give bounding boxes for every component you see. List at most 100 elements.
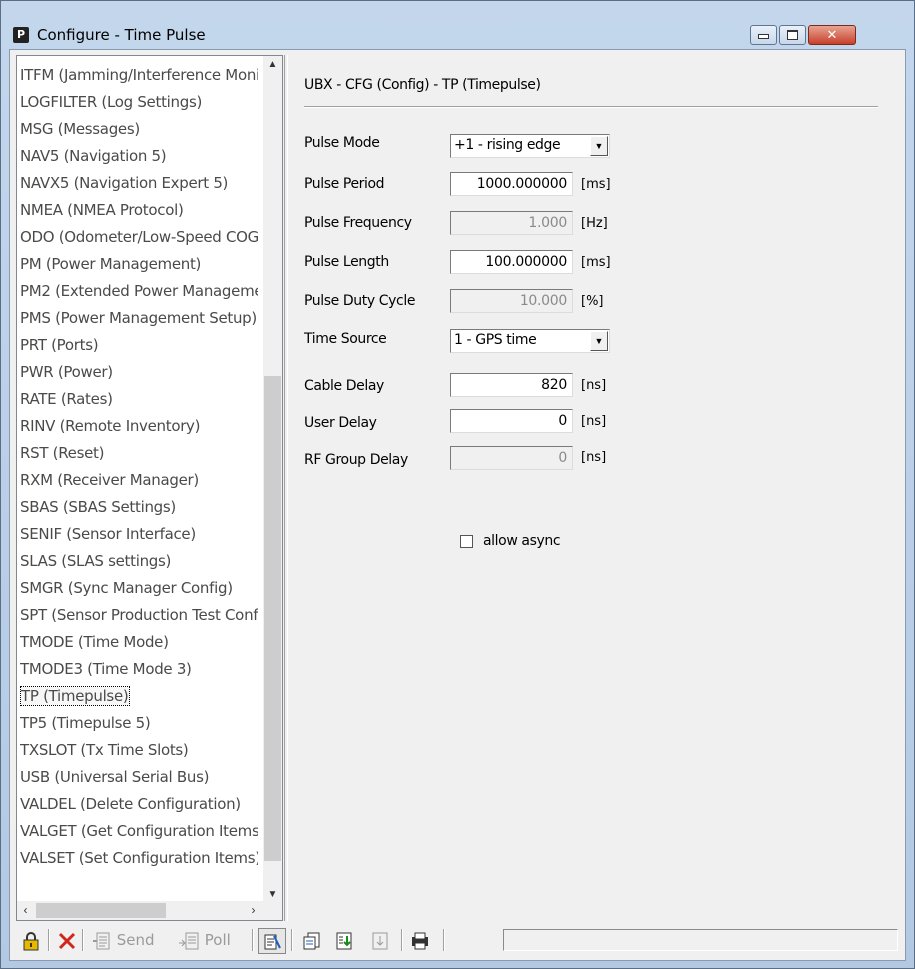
list-item[interactable]: LOGFILTER (Log Settings) xyxy=(20,89,258,116)
list-item[interactable]: TXSLOT (Tx Time Slots) xyxy=(20,737,258,764)
pulse-frequency-label: Pulse Frequency xyxy=(304,215,412,231)
save-button[interactable] xyxy=(334,928,354,952)
list-item-label: PM2 (Extended Power Management) xyxy=(20,282,258,300)
list-item[interactable]: SMGR (Sync Manager Config) xyxy=(20,575,258,602)
rf-group-delay-unit: [ns] xyxy=(581,450,607,465)
list-item-label: PM (Power Management) xyxy=(20,255,202,273)
list-item-label: RST (Reset) xyxy=(20,444,105,462)
list-item-label: LOGFILTER (Log Settings) xyxy=(20,93,203,111)
list-item-label: MSG (Messages) xyxy=(20,120,140,138)
poll-button[interactable]: Poll xyxy=(178,928,231,952)
list-item[interactable]: VALSET (Set Configuration Items) xyxy=(20,845,258,872)
list-item[interactable]: VALGET (Get Configuration Items) xyxy=(20,818,258,845)
list-item[interactable]: PMS (Power Management Setup) xyxy=(20,305,258,332)
printer-icon xyxy=(412,932,428,949)
list-item-label: PWR (Power) xyxy=(20,363,113,381)
list-item-label: ODO (Odometer/Low-Speed COG Filter) xyxy=(20,228,258,246)
horizontal-scrollbar[interactable]: ‹ › xyxy=(17,901,264,920)
list-item[interactable]: PWR (Power) xyxy=(20,359,258,386)
list-item[interactable]: USB (Universal Serial Bus) xyxy=(20,764,258,791)
pulse-period-input[interactable]: 1000.000000 xyxy=(450,172,573,196)
title-bar[interactable]: P Configure - Time Pulse ✕ xyxy=(1,1,914,49)
minimize-button[interactable] xyxy=(750,25,777,45)
list-item[interactable]: RXM (Receiver Manager) xyxy=(20,467,258,494)
list-item[interactable]: NMEA (NMEA Protocol) xyxy=(20,197,258,224)
list-item[interactable]: TMODE3 (Time Mode 3) xyxy=(20,656,258,683)
bottom-toolbar: Send Poll xyxy=(16,925,900,955)
app-icon: P xyxy=(13,27,29,43)
load-icon xyxy=(303,932,320,949)
list-item[interactable]: SBAS (SBAS Settings) xyxy=(20,494,258,521)
pulse-period-label: Pulse Period xyxy=(304,176,385,192)
list-item[interactable]: PM (Power Management) xyxy=(20,251,258,278)
close-button[interactable]: ✕ xyxy=(808,25,856,45)
horizontal-scroll-thumb[interactable] xyxy=(36,903,166,918)
list-item[interactable]: NAVX5 (Navigation Expert 5) xyxy=(20,170,258,197)
cable-delay-input[interactable]: 820 xyxy=(450,373,573,397)
list-item[interactable]: TMODE (Time Mode) xyxy=(20,629,258,656)
list-item[interactable]: PM2 (Extended Power Management) xyxy=(20,278,258,305)
pulse-duty-label: Pulse Duty Cycle xyxy=(304,293,416,309)
pulse-length-input[interactable]: 100.000000 xyxy=(450,250,573,274)
tool-button-active[interactable] xyxy=(258,928,286,954)
list-item-label: TMODE3 (Time Mode 3) xyxy=(20,660,192,678)
list-item-label: SMGR (Sync Manager Config) xyxy=(20,579,233,597)
list-item[interactable]: TP5 (Timepulse 5) xyxy=(20,710,258,737)
list-item[interactable]: RST (Reset) xyxy=(20,440,258,467)
print-button[interactable] xyxy=(410,928,430,952)
pane-splitter[interactable] xyxy=(284,55,288,921)
list-item[interactable]: TP (Timepulse) xyxy=(20,683,258,710)
list-item[interactable]: SLAS (SLAS settings) xyxy=(20,548,258,575)
scroll-left-icon[interactable]: ‹ xyxy=(17,901,34,920)
list-item-label: NMEA (NMEA Protocol) xyxy=(20,201,184,219)
lock-icon xyxy=(23,931,39,950)
vertical-scrollbar[interactable]: ▲ ▼ xyxy=(263,56,282,903)
allow-async-label: allow async xyxy=(483,533,561,549)
status-field xyxy=(503,929,898,951)
poll-icon xyxy=(179,932,199,949)
chevron-down-icon[interactable]: ▼ xyxy=(590,136,608,156)
pulse-duty-unit: [%] xyxy=(581,294,604,309)
scroll-right-icon[interactable]: › xyxy=(245,901,262,920)
save-icon xyxy=(336,932,352,949)
send-icon xyxy=(93,932,110,949)
allow-async-checkbox[interactable] xyxy=(460,535,473,548)
maximize-button[interactable] xyxy=(779,25,806,45)
user-delay-unit: [ns] xyxy=(581,414,607,429)
list-item-label: TP5 (Timepulse 5) xyxy=(20,714,151,732)
chevron-down-icon[interactable]: ▼ xyxy=(590,331,608,351)
download-button[interactable] xyxy=(370,928,390,952)
scroll-up-icon[interactable]: ▲ xyxy=(263,56,282,73)
list-item-label: VALDEL (Delete Configuration) xyxy=(20,795,241,813)
load-button[interactable] xyxy=(302,928,322,952)
lock-button[interactable] xyxy=(22,928,40,952)
delete-x-icon xyxy=(58,932,76,949)
pulse-mode-select[interactable]: +1 - rising edge ▼ xyxy=(450,134,610,158)
minimize-icon xyxy=(758,34,769,39)
toolbar-separator xyxy=(291,929,293,951)
list-item[interactable]: ODO (Odometer/Low-Speed COG Filter) xyxy=(20,224,258,251)
message-list-items: ITFM (Jamming/Interference Monitor) LOGFI… xyxy=(20,62,258,872)
vertical-scroll-thumb[interactable] xyxy=(264,376,281,861)
user-delay-input[interactable]: 0 xyxy=(450,409,573,433)
list-item[interactable]: NAV5 (Navigation 5) xyxy=(20,143,258,170)
list-item-label: PRT (Ports) xyxy=(20,336,99,354)
list-item[interactable]: SPT (Sensor Production Test Config) xyxy=(20,602,258,629)
pulse-mode-label: Pulse Mode xyxy=(304,135,380,151)
pulse-duty-input: 10.000 xyxy=(450,289,573,313)
client-area: ITFM (Jamming/Interference Monitor) LOGFI… xyxy=(9,49,906,961)
list-item[interactable]: PRT (Ports) xyxy=(20,332,258,359)
list-item[interactable]: RATE (Rates) xyxy=(20,386,258,413)
list-item[interactable]: SENIF (Sensor Interface) xyxy=(20,521,258,548)
list-item-label: TXSLOT (Tx Time Slots) xyxy=(20,741,189,759)
send-button[interactable]: Send xyxy=(92,928,155,952)
list-item-label: SBAS (SBAS Settings) xyxy=(20,498,176,516)
delete-button[interactable] xyxy=(57,928,77,952)
time-source-select[interactable]: 1 - GPS time ▼ xyxy=(450,329,610,353)
message-list[interactable]: ITFM (Jamming/Interference Monitor) LOGFI… xyxy=(16,55,283,921)
list-item-label: RXM (Receiver Manager) xyxy=(20,471,199,489)
list-item[interactable]: VALDEL (Delete Configuration) xyxy=(20,791,258,818)
list-item[interactable]: ITFM (Jamming/Interference Monitor) xyxy=(20,62,258,89)
list-item[interactable]: MSG (Messages) xyxy=(20,116,258,143)
list-item[interactable]: RINV (Remote Inventory) xyxy=(20,413,258,440)
